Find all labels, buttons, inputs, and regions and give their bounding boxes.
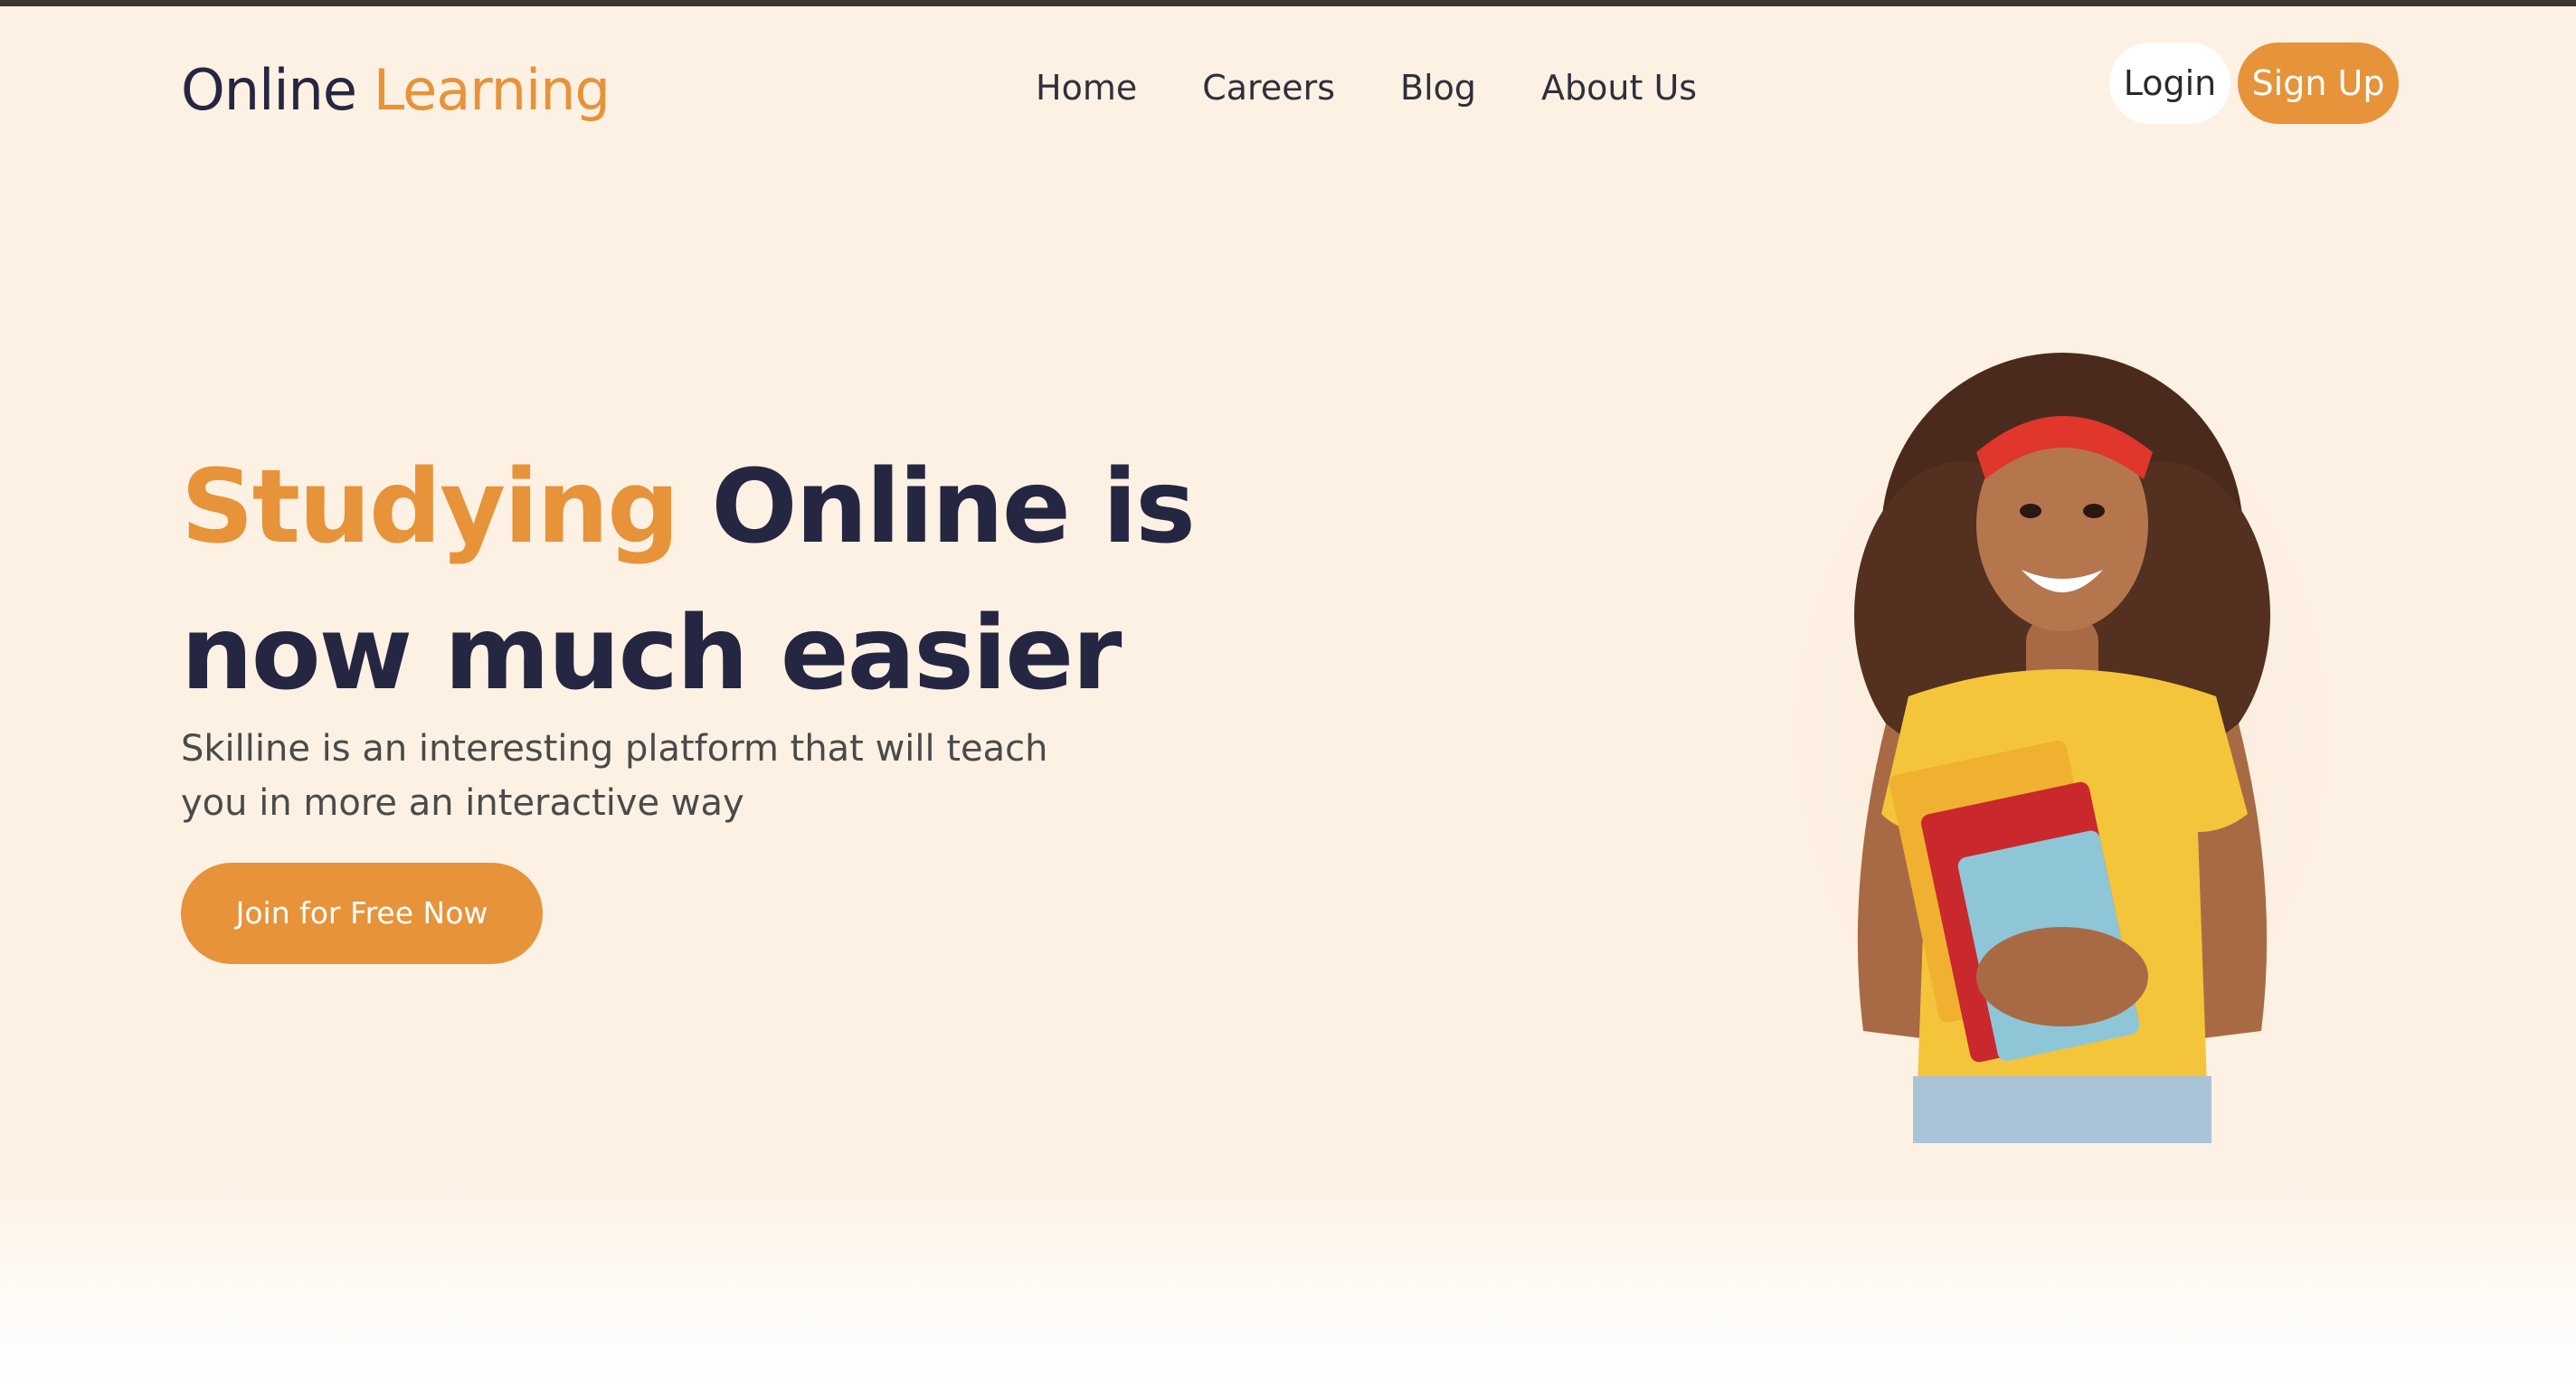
site-header: Online Learning Home Careers Blog About … bbox=[0, 6, 2576, 165]
student-photo bbox=[1755, 344, 2388, 1143]
nav-home[interactable]: Home bbox=[1036, 61, 1137, 115]
hero-title-highlight: Studying bbox=[181, 449, 679, 566]
nav-careers[interactable]: Careers bbox=[1202, 61, 1335, 115]
logo[interactable]: Online Learning bbox=[181, 50, 611, 131]
main-nav: Home Careers Blog About Us bbox=[1036, 61, 1697, 115]
hero-subtitle: Skilline is an interesting platform that… bbox=[181, 728, 1048, 824]
logo-text-online: Online bbox=[181, 57, 357, 123]
signup-button[interactable]: Sign Up bbox=[2238, 43, 2399, 124]
join-free-button[interactable]: Join for Free Now bbox=[181, 863, 543, 964]
logo-text-learning: Learning bbox=[373, 57, 611, 123]
student-illustration bbox=[1755, 344, 2370, 1143]
hero-title: Studying Online is now much easier bbox=[181, 434, 1357, 727]
nav-about-us[interactable]: About Us bbox=[1541, 61, 1697, 115]
nav-blog[interactable]: Blog bbox=[1400, 61, 1476, 115]
top-strip bbox=[0, 0, 2576, 6]
login-button[interactable]: Login bbox=[2109, 43, 2230, 124]
